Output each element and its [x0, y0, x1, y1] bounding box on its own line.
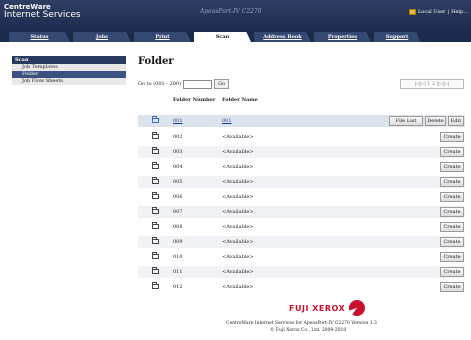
goto-input[interactable] [183, 79, 213, 89]
goto-label: Go to (001 - 200) [138, 81, 182, 87]
footer-copyright: © Fuji Xerox Co., Ltd. 2009-2010 [270, 328, 347, 333]
col-folder-name: Folder Name [222, 97, 258, 103]
left-nav: Scan Job Templates Folder Job Flow Sheet… [12, 56, 126, 85]
create-button[interactable]: Create [440, 162, 464, 172]
create-button[interactable]: Create [440, 177, 464, 187]
folder-number: 007 [173, 209, 183, 215]
folder-number: 010 [173, 254, 183, 260]
folder-number: 012 [173, 284, 183, 290]
folder-number: 006 [173, 194, 183, 200]
tab-jobs[interactable]: Jobs [73, 32, 131, 42]
nav-section-title: Scan [12, 56, 126, 64]
table-row: 007 <Available> Create [138, 206, 465, 218]
table-row: 009 <Available> Create [138, 236, 465, 248]
folder-icon [152, 162, 159, 169]
create-button[interactable]: Create [440, 222, 464, 232]
folder-name: <Available> [222, 149, 254, 155]
edit-button[interactable]: Edit [448, 116, 464, 126]
create-button[interactable]: Create [440, 282, 464, 292]
tab-print[interactable]: Print [134, 32, 191, 42]
nav-item-job-flow-sheets[interactable]: Job Flow Sheets [12, 78, 126, 85]
folder-name: <Available> [222, 164, 254, 170]
footer-version: CentreWare Internet Services for ApeosPo… [226, 321, 377, 326]
folder-icon [152, 147, 159, 154]
table-header: Folder Number Folder Name [138, 96, 465, 108]
table-row: 001 001 File List Delete Edit [138, 115, 465, 127]
table-row: 004 <Available> Create [138, 161, 465, 173]
folder-number: 009 [173, 239, 183, 245]
folder-icon [152, 116, 159, 123]
goto-bar: Go to (001 - 200) Go [138, 79, 230, 89]
folder-number: 004 [173, 164, 183, 170]
folder-number: 005 [173, 179, 183, 185]
create-button[interactable]: Create [440, 252, 464, 262]
tab-address-book[interactable]: Address Book [254, 32, 311, 42]
tab-scan[interactable]: Scan [194, 32, 251, 42]
folder-name: <Available> [222, 239, 254, 245]
header-bar: CentreWare Internet Services ApeosPort-I… [0, 0, 471, 31]
folder-name: <Available> [222, 224, 254, 230]
folder-number: 003 [173, 149, 183, 155]
logo-text: FUJI XEROX [289, 303, 346, 313]
nav-item-folder[interactable]: Folder [12, 71, 126, 78]
folder-icon [152, 222, 159, 229]
create-button[interactable]: Create [440, 132, 464, 142]
table-row: 006 <Available> Create [138, 191, 465, 203]
create-button[interactable]: Create [440, 207, 464, 217]
main-tabs: Status Jobs Print Scan Address Book Prop… [0, 31, 471, 42]
table-row: 008 <Available> Create [138, 221, 465, 233]
create-button[interactable]: Create [440, 237, 464, 247]
folder-number: 002 [173, 134, 183, 140]
folder-icon [152, 207, 159, 214]
folder-number: 008 [173, 224, 183, 230]
folder-name[interactable]: 001 [222, 118, 232, 124]
table-row: 011 <Available> Create [138, 266, 465, 278]
user-label[interactable]: Local User [418, 9, 445, 15]
page-title: Folder [138, 56, 174, 67]
fuji-xerox-logo: FUJI XEROX [289, 300, 366, 316]
folder-name: <Available> [222, 284, 254, 290]
create-button[interactable]: Create [440, 147, 464, 157]
nav-item-job-templates[interactable]: Job Templates [12, 64, 126, 71]
folder-icon [152, 192, 159, 199]
pagination[interactable]: |◁|◁ 1 2 |▷|▷| [400, 79, 464, 89]
folder-number: 011 [173, 269, 183, 275]
user-area: Local User | Help... [408, 9, 468, 15]
folder-name: <Available> [222, 209, 254, 215]
folder-icon [152, 177, 159, 184]
delete-button[interactable]: Delete [425, 116, 446, 126]
create-button[interactable]: Create [440, 267, 464, 277]
table-row: 002 <Available> Create [138, 131, 465, 143]
folder-icon [152, 282, 159, 289]
tab-support[interactable]: Support [374, 32, 420, 42]
table-row: 005 <Available> Create [138, 176, 465, 188]
folder-name: <Available> [222, 194, 254, 200]
table-row: 012 <Available> Create [138, 281, 465, 293]
create-button[interactable]: Create [440, 192, 464, 202]
folder-icon [152, 252, 159, 259]
folder-number[interactable]: 001 [173, 118, 183, 124]
device-model: ApeosPort-IV C2270 [200, 8, 262, 15]
help-link[interactable]: Help... [451, 9, 468, 15]
table-row: 010 <Available> Create [138, 251, 465, 263]
folder-name: <Available> [222, 179, 254, 185]
table-row: 003 <Available> Create [138, 146, 465, 158]
col-folder-number: Folder Number [173, 97, 216, 103]
folder-icon [152, 237, 159, 244]
folder-name: <Available> [222, 254, 254, 260]
brand-subtitle: Internet Services [4, 10, 81, 20]
file-list-button[interactable]: File List [389, 116, 423, 126]
go-button[interactable]: Go [214, 79, 230, 89]
folder-name: <Available> [222, 134, 254, 140]
folder-icon [152, 132, 159, 139]
folder-name: <Available> [222, 269, 254, 275]
folder-icon [152, 267, 159, 274]
tab-status[interactable]: Status [9, 32, 70, 42]
user-icon [408, 9, 416, 15]
xerox-ball-icon [349, 300, 366, 316]
tab-properties[interactable]: Properties [314, 32, 371, 42]
